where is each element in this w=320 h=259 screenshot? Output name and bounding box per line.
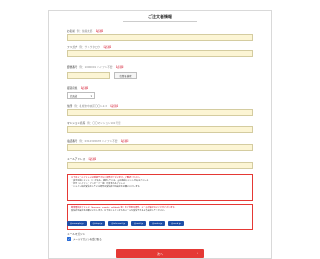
pref-label: 都道府県 【必須】 <box>67 87 90 90</box>
address-input[interactable] <box>67 109 253 116</box>
chevron-right-icon: › <box>196 251 198 255</box>
address-search-button[interactable]: 住所を検索 <box>114 72 137 79</box>
zip-input[interactable] <box>67 72 110 79</box>
checkbox-checked-icon[interactable]: ✓ <box>67 237 71 241</box>
domain-chip: @send.jp <box>168 221 184 226</box>
newsletter-option[interactable]: ✓ メールマガジンを受け取る <box>67 237 102 241</box>
newsletter-checkbox-label: メールマガジンを受け取る <box>73 238 102 241</box>
notice-line: 受信許可設定をお願いいたします。以下のドメインからのメールを受信できるよう設定し… <box>71 210 167 212</box>
page-title: ご注文者情報 <box>148 14 172 19</box>
domain-chip: @mail.jp <box>131 221 147 226</box>
pref-select-value: 北海道 <box>70 94 78 98</box>
kana-label: フリガナ 例：サトウタロウ 【必須】 <box>67 46 113 49</box>
name-label: お名前 例：佐藤太郎 【必須】 <box>67 30 105 33</box>
domain-chip: @example.jp <box>67 221 87 226</box>
title-divider <box>123 21 197 22</box>
order-form-panel: ご注文者情報 お名前 例：佐藤太郎 【必須】 フリガナ 例：サトウタロウ 【必須】 郵便… <box>48 10 272 259</box>
tel-input[interactable] <box>67 144 253 151</box>
tel-label: 電話番号 例：0312345678 ハイフン不要 【必須】 <box>67 140 130 143</box>
email-input[interactable] <box>67 162 253 169</box>
domain-chip: @order.jp <box>149 221 166 226</box>
mobile-mail-notice: 携帯電話のアドレス（docomo、ezweb、softbank 等）をご利用の場… <box>67 204 253 230</box>
domain-chip: @shop.jp <box>89 221 106 226</box>
domain-chip: @info-mail.jp <box>108 221 129 226</box>
next-button-label: 次へ <box>156 251 163 256</box>
chevron-down-icon: ▾ <box>90 94 92 98</box>
pref-select[interactable]: 北海道 ▾ <box>67 92 95 99</box>
next-button[interactable]: 次へ › <box>116 249 204 258</box>
newsletter-label: メールマガジン <box>67 233 86 236</box>
building-input[interactable] <box>67 126 253 133</box>
email-notice: 以下のメールアドレスは登録できない場合がございます。ご確認ください。 ・英字の前… <box>67 174 253 201</box>
name-input[interactable] <box>67 34 253 41</box>
kana-input[interactable] <box>67 50 253 57</box>
domain-list: @example.jp @shop.jp @info-mail.jp @mail… <box>67 221 184 226</box>
address-label: 住所 例：札幌市中央区〇〇1-2-3 【必須】 <box>67 105 120 108</box>
zip-label: 郵便番号 例：1000001 ハイフン不要 【必須】 <box>67 66 125 69</box>
notice-line: ・ドメイン指定受信をしている場合は受信許可の設定をお願いいたします。 <box>71 186 142 188</box>
building-label: マンション名等 例：〇〇マンション101号室 <box>67 122 121 125</box>
email-label: メールアドレス 【必須】 <box>67 158 98 161</box>
